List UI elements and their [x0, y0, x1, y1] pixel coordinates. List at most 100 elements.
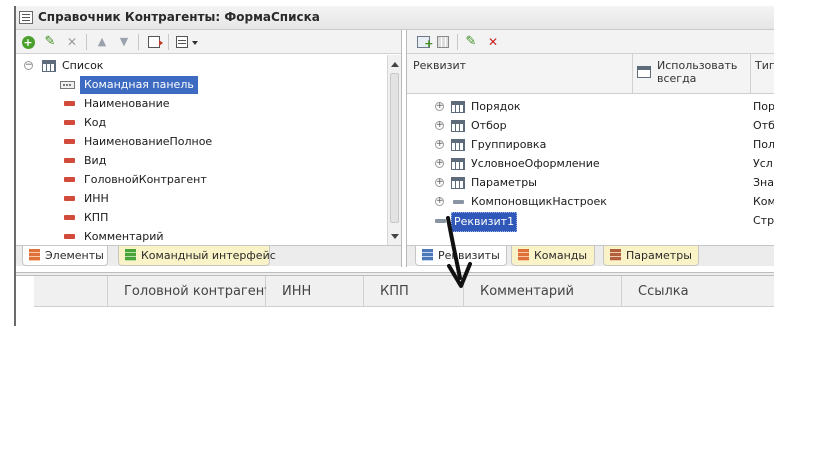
table-icon — [42, 60, 56, 72]
menu-icon — [176, 36, 188, 48]
tree-item[interactable]: КПП — [14, 209, 386, 227]
tree-item-label: ГоловнойКонтрагент — [84, 173, 207, 186]
column-header-type[interactable]: Тип — [751, 54, 774, 94]
column-header-name[interactable]: Реквизит — [407, 54, 633, 94]
column-header-name-label: Реквизит — [413, 59, 467, 72]
column-header-type-label: Тип — [755, 59, 774, 72]
attribute-row[interactable]: + Параметры Зна — [407, 174, 774, 192]
attribute-row[interactable]: + КомпоновщикНастроек Ком — [407, 193, 774, 211]
tree-item[interactable]: Код — [14, 114, 386, 132]
attribute-row[interactable]: + Порядок Пор — [407, 98, 774, 116]
tree-item-label: ИНН — [84, 192, 109, 205]
tree-root-row[interactable]: − Список — [14, 57, 386, 75]
tree-item-label: Комментарий — [84, 230, 164, 243]
attribute-row-selected[interactable]: Реквизит1 Стр — [407, 212, 774, 232]
tree-item[interactable]: Комментарий — [14, 228, 386, 246]
tree-item[interactable]: Наименование — [14, 95, 386, 113]
preview-column-header[interactable]: КПП — [364, 276, 464, 307]
column-header-always-use-label: Использовать всегда — [657, 59, 738, 85]
settings-composer-icon — [453, 200, 464, 204]
field-icon — [64, 158, 75, 163]
grid-button[interactable] — [435, 34, 451, 50]
preview-column-header[interactable]: Головной контрагент — [108, 276, 272, 307]
attributes-header: Реквизит Использовать всегда Тип — [407, 54, 774, 94]
delete-icon: ✕ — [66, 35, 78, 49]
tree-item[interactable]: ИНН — [14, 190, 386, 208]
add-button[interactable]: + — [20, 34, 36, 50]
tree-item-label: Код — [84, 116, 107, 129]
command-panel-icon — [60, 81, 75, 89]
attribute-row[interactable]: + Группировка Пол — [407, 136, 774, 154]
attribute-name: Порядок — [471, 100, 521, 113]
move-down-button[interactable]: ▼ — [116, 34, 132, 50]
add-table-icon — [416, 36, 434, 52]
attributes-toolbar: ✎ ✕ — [407, 30, 774, 54]
expand-icon[interactable]: + — [435, 121, 444, 130]
attribute-type: Усл — [753, 157, 773, 170]
edit-attribute-button[interactable]: ✎ — [463, 34, 479, 50]
tab-parameters-label: Параметры — [626, 249, 692, 262]
window-title: Справочник Контрагенты: ФормаСписка — [38, 10, 320, 24]
elements-tab-icon — [29, 249, 40, 261]
collapse-icon[interactable]: − — [24, 61, 33, 70]
table-icon — [451, 101, 465, 113]
add-icon: + — [21, 35, 35, 49]
attribute-type: Пол — [753, 138, 774, 151]
elements-scrollbar[interactable] — [387, 55, 401, 245]
field-icon — [64, 215, 75, 220]
chevron-down-icon[interactable] — [192, 41, 198, 45]
more-menu-button[interactable] — [174, 34, 190, 50]
tab-command-interface[interactable]: Командный интерфейс — [118, 246, 276, 266]
tab-parameters[interactable]: Параметры — [603, 246, 699, 266]
tree-item[interactable]: НаименованиеПолное — [14, 133, 386, 151]
attribute-type: Зна — [753, 176, 774, 189]
attribute-name: УсловноеОформление — [471, 157, 600, 170]
toolbar-separator — [86, 34, 87, 50]
attribute-icon — [435, 219, 446, 223]
form-view-button[interactable] — [146, 34, 163, 50]
tree-item[interactable]: Вид — [14, 152, 386, 170]
scroll-thumb[interactable] — [390, 73, 399, 223]
move-up-button[interactable]: ▲ — [94, 34, 110, 50]
tree-item-label: Наименование — [84, 97, 170, 110]
tab-commands[interactable]: Команды — [511, 246, 595, 266]
column-table-icon — [637, 66, 651, 78]
pencil-icon: ✎ — [44, 34, 56, 49]
expand-icon[interactable]: + — [435, 178, 444, 187]
tab-attributes-label: Реквизиты — [438, 249, 500, 262]
column-header-always-use[interactable]: Использовать всегда — [633, 54, 751, 94]
attributes-pane: ✎ ✕ Реквизит Использовать всегда Тип + П… — [406, 30, 774, 267]
tab-attributes[interactable]: Реквизиты — [415, 246, 507, 266]
add-attribute-button[interactable] — [415, 34, 434, 52]
field-icon — [64, 234, 75, 239]
field-icon — [64, 177, 75, 182]
attribute-row[interactable]: + УсловноеОформление Усл — [407, 155, 774, 173]
scroll-down-button[interactable] — [388, 229, 401, 243]
elements-pane: + ✎ ✕ ▲ ▼ − Список Командная панель Наим… — [14, 30, 402, 267]
delete-attribute-button[interactable]: ✕ — [485, 34, 501, 50]
expand-icon[interactable]: + — [435, 102, 444, 111]
attribute-type: Пор — [753, 100, 774, 113]
form-view-icon — [148, 36, 163, 48]
delete-icon: ✕ — [487, 35, 499, 49]
attribute-row[interactable]: + Отбор Отб — [407, 117, 774, 135]
commands-tab-icon — [518, 249, 529, 261]
tree-item[interactable]: ГоловнойКонтрагент — [14, 171, 386, 189]
tree-item-label: Командная панель — [80, 76, 198, 94]
parameters-tab-icon — [610, 249, 621, 261]
preview-column-header[interactable]: Ссылка — [622, 276, 774, 307]
attribute-name: Отбор — [471, 119, 507, 132]
tree-item[interactable]: Командная панель — [14, 76, 386, 94]
tab-elements[interactable]: Элементы — [22, 246, 108, 266]
expand-icon[interactable]: + — [435, 140, 444, 149]
toolbar-separator — [457, 34, 458, 50]
attribute-type: Стр — [753, 214, 774, 227]
scroll-up-button[interactable] — [388, 57, 401, 71]
delete-button[interactable]: ✕ — [64, 34, 80, 50]
attribute-type: Отб — [753, 119, 774, 132]
preview-column-header[interactable]: ИНН — [266, 276, 364, 307]
expand-icon[interactable]: + — [435, 197, 444, 206]
edit-button[interactable]: ✎ — [42, 34, 58, 50]
preview-column-header[interactable]: Комментарий — [464, 276, 622, 307]
expand-icon[interactable]: + — [435, 159, 444, 168]
